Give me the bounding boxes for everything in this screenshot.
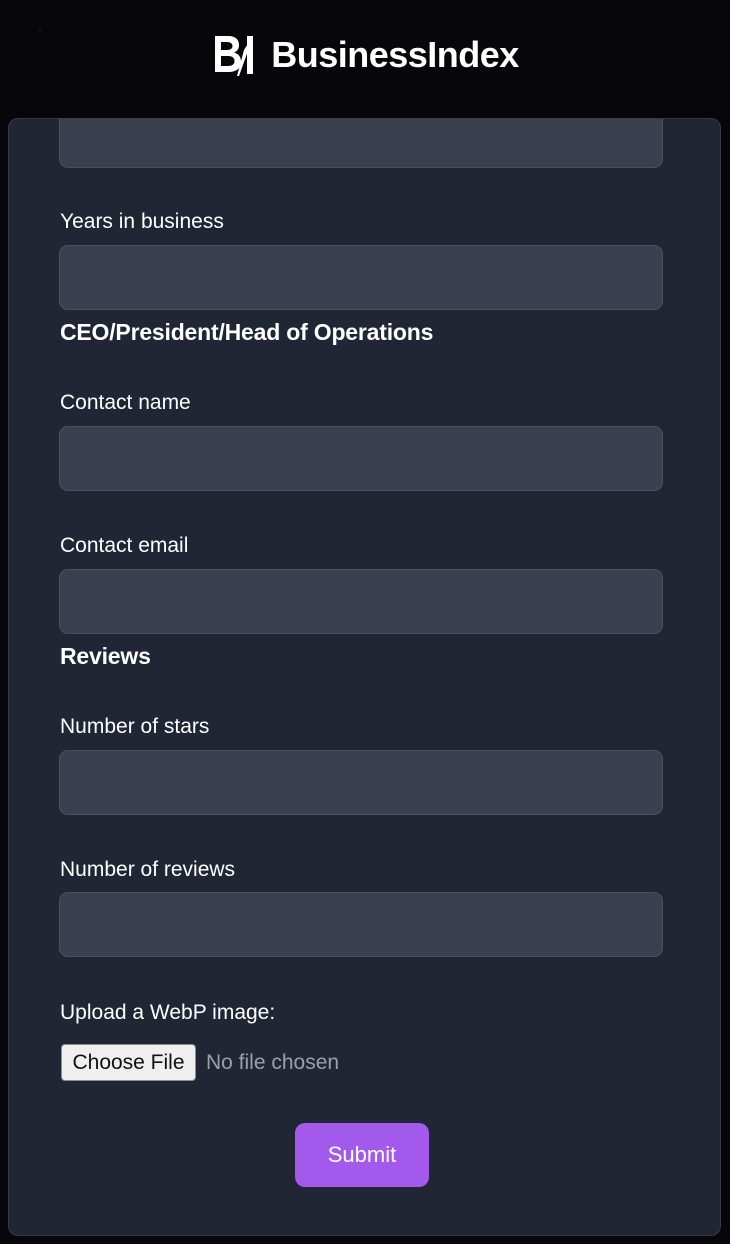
number-of-reviews-label: Number of reviews [60,858,236,881]
number-of-reviews-input[interactable] [59,892,663,957]
site-header: BusinessIndex [0,0,730,110]
contact-name-label: Contact name [60,391,191,414]
page: BusinessIndex Years in business CEO/Pres… [0,0,730,1244]
businessindex-logo-icon[interactable] [211,32,257,78]
choose-file-button[interactable]: Choose File [61,1044,196,1081]
contact-name-input[interactable] [59,426,663,491]
leadership-section-title: CEO/President/Head of Operations [60,319,434,345]
contact-email-label: Contact email [60,534,189,557]
brand-name[interactable]: BusinessIndex [271,34,519,76]
previous-field-input[interactable] [59,119,663,168]
contact-email-input[interactable] [59,569,663,634]
number-of-stars-label: Number of stars [60,715,210,738]
years-in-business-input[interactable] [59,245,663,310]
number-of-stars-input[interactable] [59,750,663,815]
upload-image-label: Upload a WebP image: [60,1001,276,1024]
submit-button[interactable]: Submit [295,1123,429,1187]
file-status-text: No file chosen [206,1051,340,1074]
reviews-section-title: Reviews [60,643,151,669]
years-in-business-label: Years in business [60,210,224,233]
business-form-card: Years in business CEO/President/Head of … [8,118,721,1236]
